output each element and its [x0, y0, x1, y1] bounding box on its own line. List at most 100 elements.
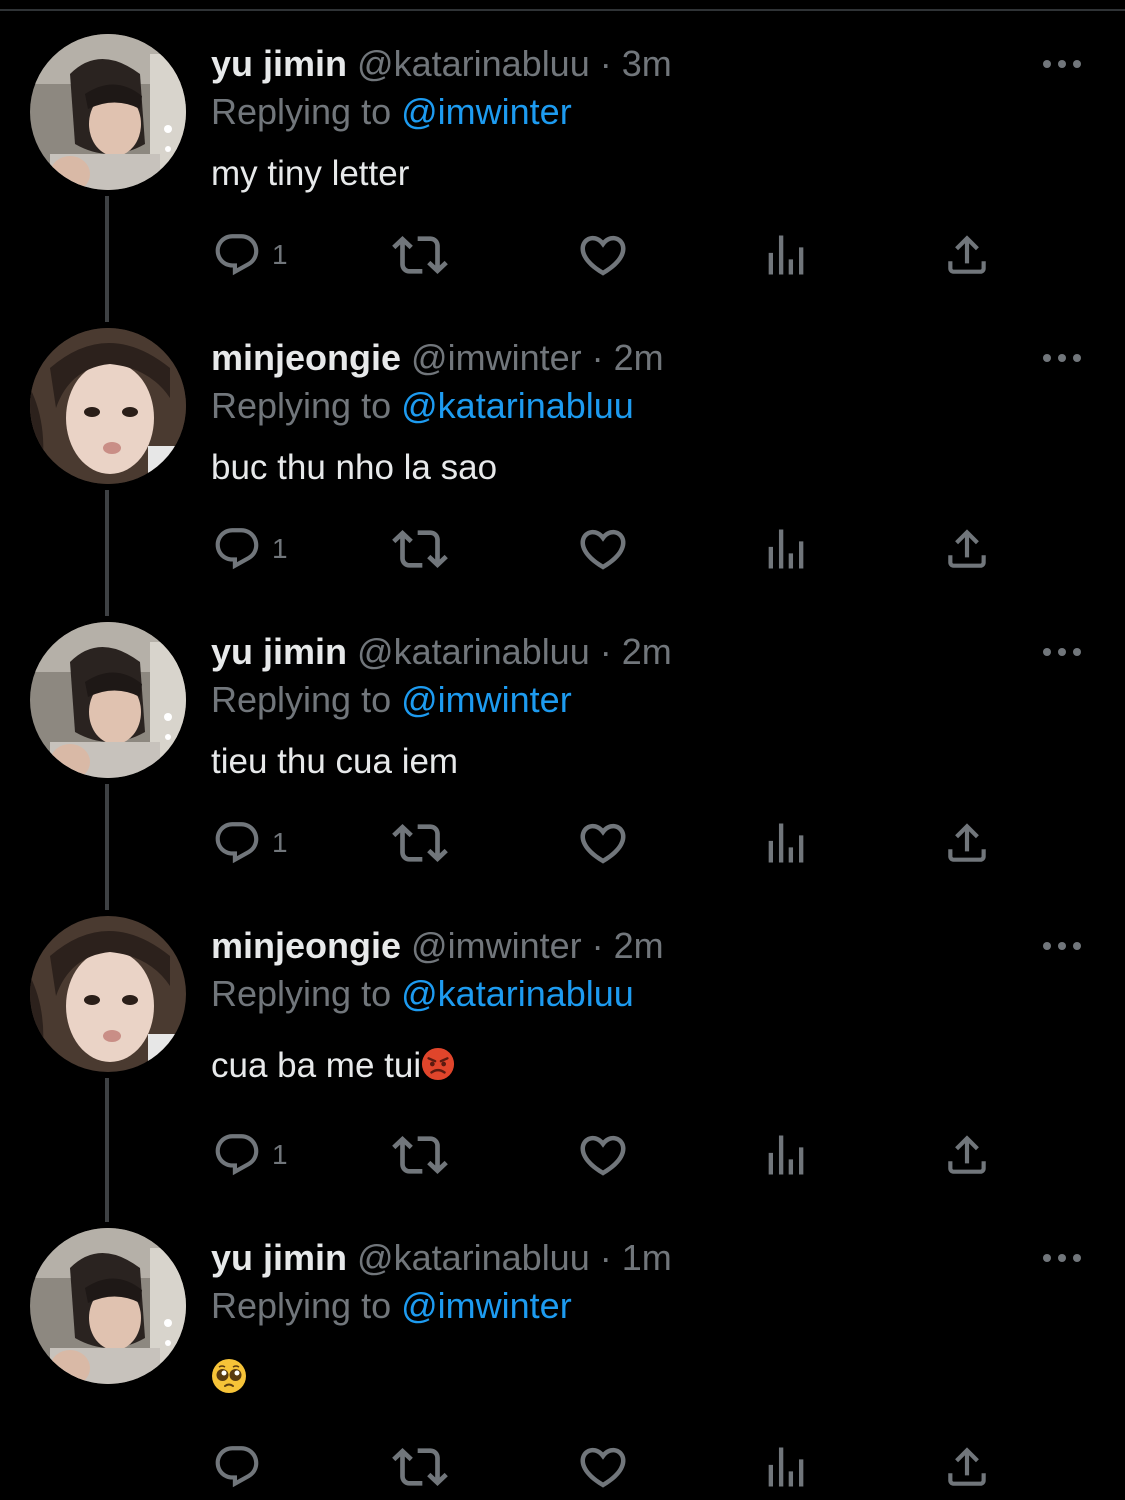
separator: · [599, 631, 612, 672]
like-button[interactable] [576, 1122, 630, 1188]
heart-icon [580, 1135, 626, 1176]
more-button[interactable] [1040, 336, 1084, 380]
replying-to: Replying to @imwinter [211, 88, 572, 136]
heart-icon [580, 529, 626, 570]
reply-icon [215, 1134, 259, 1176]
more-button[interactable] [1040, 924, 1084, 968]
heart-icon [580, 235, 626, 276]
more-horizontal-icon [1043, 1254, 1081, 1262]
user-handle[interactable]: @katarinabluu [357, 43, 590, 84]
tweet-text: buc thu nho la sao [211, 448, 498, 487]
like-button[interactable] [576, 810, 630, 876]
replying-to-handle[interactable]: @katarinabluu [401, 973, 634, 1014]
like-button[interactable] [576, 222, 630, 288]
tweet-header: yu jimin @katarinabluu · 2m [211, 628, 672, 676]
more-button[interactable] [1040, 630, 1084, 674]
heart-icon [580, 823, 626, 864]
tweet-actions [0, 1434, 1125, 1500]
views-button[interactable] [760, 222, 812, 288]
replying-to: Replying to @imwinter [211, 1282, 572, 1330]
user-handle[interactable]: @imwinter [411, 337, 582, 378]
display-name[interactable]: yu jimin [211, 1237, 347, 1278]
tweet-text: tieu thu cua iem [211, 742, 459, 781]
angry-face-emoji-icon [422, 1047, 455, 1081]
retweet-button[interactable] [392, 1434, 448, 1500]
reply-count: 1 [272, 533, 288, 564]
reply-button[interactable]: 1 [212, 1122, 288, 1188]
more-horizontal-icon [1043, 60, 1081, 68]
separator: · [591, 337, 604, 378]
display-name[interactable]: minjeongie [211, 925, 401, 966]
display-name[interactable]: minjeongie [211, 337, 401, 378]
timestamp[interactable]: 3m [622, 43, 672, 84]
tweet-actions: 1 [0, 810, 1125, 876]
more-button[interactable] [1040, 42, 1084, 86]
tweet[interactable]: yu jimin @katarinabluu · 1m Replying to … [0, 1194, 1125, 1495]
views-button[interactable] [760, 810, 812, 876]
replying-to-handle[interactable]: @katarinabluu [401, 385, 634, 426]
avatar-katarinabluu[interactable] [30, 622, 186, 778]
display-name[interactable]: yu jimin [211, 43, 347, 84]
retweet-icon [392, 236, 448, 274]
share-button[interactable] [942, 810, 992, 876]
retweet-button[interactable] [392, 1122, 448, 1188]
avatar-imwinter[interactable] [30, 328, 186, 484]
share-button[interactable] [942, 516, 992, 582]
replying-to-label: Replying to [211, 973, 392, 1014]
retweet-icon [392, 824, 448, 862]
more-button[interactable] [1040, 1236, 1084, 1280]
pleading-face-emoji-icon [212, 1359, 246, 1393]
views-button[interactable] [760, 1434, 812, 1500]
replying-to-handle[interactable]: @imwinter [401, 679, 572, 720]
tweet[interactable]: minjeongie @imwinter · 2m Replying to @k… [0, 882, 1125, 1176]
user-handle[interactable]: @imwinter [411, 925, 582, 966]
timestamp[interactable]: 1m [622, 1237, 672, 1278]
retweet-button[interactable] [392, 516, 448, 582]
replying-to-label: Replying to [211, 91, 392, 132]
avatar-katarinabluu[interactable] [30, 34, 186, 190]
reply-button[interactable] [212, 1434, 272, 1500]
replying-to: Replying to @imwinter [211, 676, 572, 724]
share-button[interactable] [942, 1122, 992, 1188]
tweet[interactable]: yu jimin @katarinabluu · 3m Replying to … [0, 0, 1125, 294]
replying-to-label: Replying to [211, 1285, 392, 1326]
retweet-button[interactable] [392, 222, 448, 288]
tweet-text: my tiny letter [211, 154, 410, 193]
tweet[interactable]: yu jimin @katarinabluu · 2m Replying to … [0, 588, 1125, 882]
timestamp[interactable]: 2m [614, 337, 664, 378]
replying-to-handle[interactable]: @imwinter [401, 91, 572, 132]
share-button[interactable] [942, 222, 992, 288]
reply-button[interactable]: 1 [212, 222, 288, 288]
views-icon [768, 1135, 804, 1175]
tweet-text [211, 1358, 247, 1394]
tweet-header: yu jimin @katarinabluu · 3m [211, 40, 672, 88]
views-icon [768, 529, 804, 569]
views-button[interactable] [760, 516, 812, 582]
display-name[interactable]: yu jimin [211, 631, 347, 672]
separator: · [599, 1237, 612, 1278]
like-button[interactable] [576, 1434, 630, 1500]
reply-button[interactable]: 1 [212, 810, 288, 876]
retweet-icon [392, 1448, 448, 1486]
user-handle[interactable]: @katarinabluu [357, 1237, 590, 1278]
reply-icon [215, 234, 259, 276]
share-icon [948, 529, 986, 568]
share-icon [948, 1135, 986, 1174]
reply-button[interactable]: 1 [212, 516, 288, 582]
tweet[interactable]: minjeongie @imwinter · 2m Replying to @k… [0, 294, 1125, 588]
retweet-button[interactable] [392, 810, 448, 876]
replying-to-label: Replying to [211, 679, 392, 720]
more-horizontal-icon [1043, 354, 1081, 362]
heart-icon [580, 1447, 626, 1488]
timestamp[interactable]: 2m [622, 631, 672, 672]
avatar-imwinter[interactable] [30, 916, 186, 1072]
share-button[interactable] [942, 1434, 992, 1500]
share-icon [948, 235, 986, 274]
like-button[interactable] [576, 516, 630, 582]
views-button[interactable] [760, 1122, 812, 1188]
reply-count: 1 [272, 827, 288, 858]
timestamp[interactable]: 2m [614, 925, 664, 966]
replying-to-handle[interactable]: @imwinter [401, 1285, 572, 1326]
avatar-katarinabluu[interactable] [30, 1228, 186, 1384]
user-handle[interactable]: @katarinabluu [357, 631, 590, 672]
